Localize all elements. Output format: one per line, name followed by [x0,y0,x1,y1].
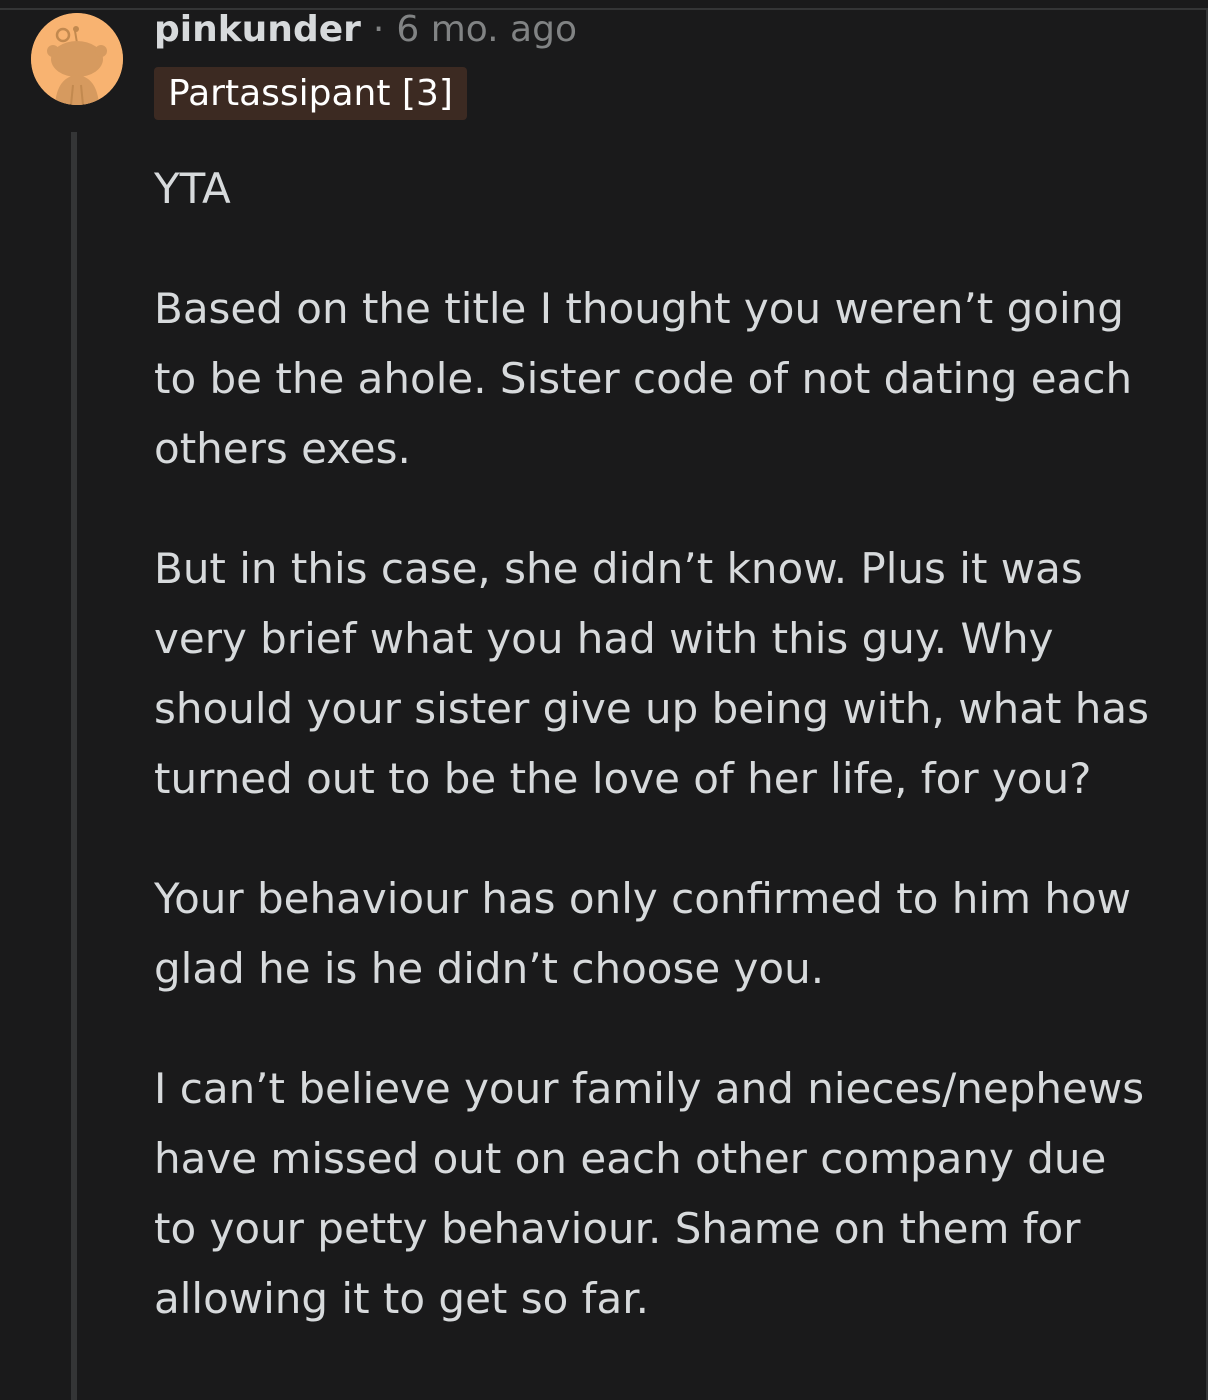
comment-timestamp[interactable]: 6 mo. ago [396,9,577,50]
snoo-avatar-icon [31,13,123,105]
comment-paragraph: But in this case, she didn’t know. Plus … [154,544,1150,803]
username-link[interactable]: pinkunder [154,9,361,50]
comment-paragraph: I can’t believe your family and nieces/n… [154,1064,1145,1323]
comment-paragraph: YTA [154,164,231,213]
thread-collapse-line[interactable] [71,132,77,1400]
comment-paragraph: Based on the title I thought you weren’t… [154,284,1133,473]
user-avatar[interactable] [31,13,123,105]
meta-separator: · [372,8,385,50]
user-flair: Partassipant [3] [154,67,467,120]
comment-body: YTA Based on the title I thought you wer… [154,154,1154,1384]
comment-paragraph: Your behaviour has only confirmed to him… [154,874,1131,993]
comment-meta: pinkunder · 6 mo. ago [154,4,577,54]
